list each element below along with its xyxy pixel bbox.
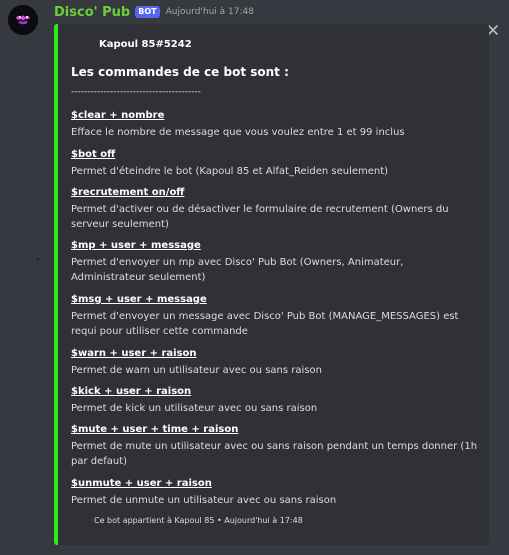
command-item: $clear + nombre Efface le nombre de mess…: [71, 109, 481, 140]
message-view: Disco' Pub BOT Aujourd'hui à 17:48 Kapou…: [0, 0, 509, 555]
command-description: Permet de warn un utilisateur avec ou sa…: [71, 365, 322, 376]
command-description: Permet de mute un utilisateur avec ou sa…: [71, 441, 478, 467]
command-name: $msg + user + message: [71, 294, 207, 305]
username[interactable]: Disco' Pub: [54, 5, 130, 20]
embed-title: Les commandes de ce bot sont :: [71, 65, 289, 79]
embed-separator: ----------------------------------------: [71, 87, 201, 97]
command-item: $unmute + user + raison Permet de unmute…: [71, 477, 481, 508]
command-item: $mute + user + time + raison Permet de m…: [71, 423, 481, 469]
command-item: $recrutement on/off Permet d'activer ou …: [71, 186, 481, 232]
command-name: $mp + user + message: [71, 240, 201, 251]
divider-dot: [37, 258, 39, 260]
command-description: Permet de unmute un utilisateur avec ou …: [71, 495, 337, 506]
command-item: $msg + user + message Permet d'envoyer u…: [71, 293, 481, 339]
bot-badge: BOT: [135, 6, 160, 18]
command-name: $recrutement on/off: [71, 187, 185, 198]
command-description: Permet d'activer ou de désactiver le for…: [71, 204, 449, 230]
command-description: Permet d'envoyer un mp avec Disco' Pub B…: [71, 257, 404, 283]
embed-footer: Ce bot appartient à Kapoul 85 • Aujourd'…: [94, 516, 303, 525]
command-name: $warn + user + raison: [71, 348, 197, 359]
command-item: $kick + user + raison Permet de kick un …: [71, 385, 481, 416]
embed-author[interactable]: Kapoul 85#5242: [99, 39, 192, 50]
command-name: $kick + user + raison: [71, 386, 192, 397]
command-item: $warn + user + raison Permet de warn un …: [71, 347, 481, 378]
command-item: $mp + user + message Permet d'envoyer un…: [71, 239, 481, 285]
command-item: $bot off Permet d'éteindre le bot (Kapou…: [71, 148, 481, 179]
command-description: Permet de kick un utilisateur avec ou sa…: [71, 403, 318, 414]
embed-card: Kapoul 85#5242 Les commandes de ce bot s…: [54, 24, 489, 545]
message-timestamp: Aujourd'hui à 17:48: [165, 7, 254, 17]
command-description: Permet d'éteindre le bot (Kapoul 85 et A…: [71, 166, 389, 177]
command-description: Permet d'envoyer un message avec Disco' …: [71, 311, 459, 337]
command-name: $bot off: [71, 149, 116, 160]
bot-avatar-icon[interactable]: [8, 5, 38, 35]
command-name: $mute + user + time + raison: [71, 424, 239, 435]
command-description: Efface le nombre de message que vous vou…: [71, 127, 405, 138]
message-header: Disco' Pub BOT Aujourd'hui à 17:48: [54, 4, 254, 20]
command-name: $unmute + user + raison: [71, 478, 212, 489]
command-name: $clear + nombre: [71, 110, 165, 121]
